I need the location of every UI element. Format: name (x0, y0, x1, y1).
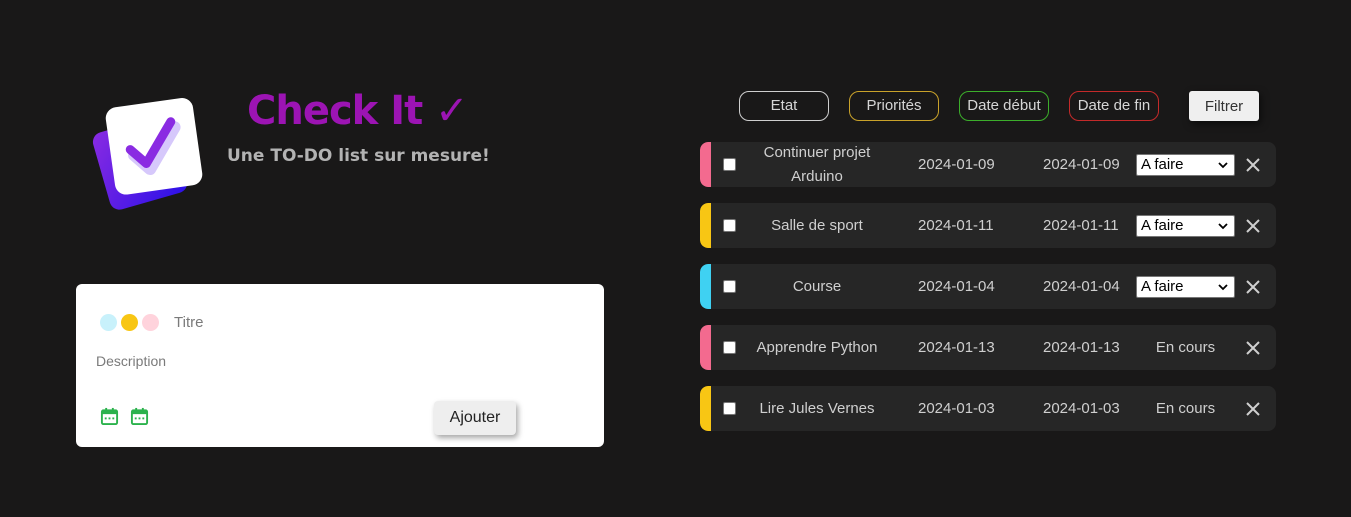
task-title: Lire Jules Vernes (759, 399, 875, 417)
filter-priorites[interactable]: Priorités (849, 91, 939, 121)
task-status-select[interactable]: A faire (1136, 154, 1235, 176)
priority-high-dot[interactable] (142, 314, 159, 331)
calendar-icon[interactable] (130, 407, 149, 426)
filter-button[interactable]: Filtrer (1189, 91, 1259, 121)
task-row: Lire Jules Vernes 2024-01-03 2024-01-03 … (700, 386, 1276, 431)
task-status-value: A faire (1141, 217, 1184, 234)
chevron-down-icon (1218, 223, 1228, 230)
chevron-down-icon (1218, 162, 1228, 169)
close-icon[interactable] (1245, 279, 1261, 295)
priority-stripe (700, 203, 711, 248)
task-end-date: 2024-01-11 (1043, 217, 1119, 234)
filter-date-fin[interactable]: Date de fin (1069, 91, 1159, 121)
filter-date-debut[interactable]: Date début (959, 91, 1049, 121)
task-start-date: 2024-01-13 (918, 339, 995, 356)
task-checkbox[interactable] (723, 402, 736, 415)
task-end-date: 2024-01-03 (1043, 400, 1120, 417)
task-title: Apprendre Python (756, 338, 878, 356)
description-input[interactable] (96, 350, 576, 372)
task-title: Course (792, 277, 842, 295)
task-row: Salle de sport 2024-01-11 2024-01-11 A f… (700, 203, 1276, 248)
app-logo (88, 92, 208, 217)
new-task-card: Ajouter (76, 284, 604, 447)
add-task-button[interactable]: Ajouter (434, 401, 516, 435)
task-end-date: 2024-01-13 (1043, 339, 1120, 356)
priority-low-dot[interactable] (100, 314, 117, 331)
task-row: Course 2024-01-04 2024-01-04 A faire (700, 264, 1276, 309)
task-start-date: 2024-01-03 (918, 400, 995, 417)
filter-etat[interactable]: Etat (739, 91, 829, 121)
task-row: Continuer projet Arduino 2024-01-09 2024… (700, 142, 1276, 187)
close-icon[interactable] (1245, 401, 1261, 417)
close-icon[interactable] (1245, 157, 1261, 173)
task-title: Continuer projet Arduino (763, 143, 871, 185)
task-start-date: 2024-01-04 (918, 278, 995, 295)
task-checkbox[interactable] (723, 219, 736, 232)
app-subtitle: Une TO-DO list sur mesure! (227, 146, 490, 166)
title-input[interactable] (174, 310, 554, 334)
task-title: Salle de sport (771, 216, 863, 234)
checklist-logo-icon (92, 98, 203, 210)
app-title: Check It ✓ (247, 88, 469, 134)
task-start-date: 2024-01-11 (918, 217, 994, 234)
task-checkbox[interactable] (723, 341, 736, 354)
task-status-value: A faire (1141, 278, 1184, 295)
priority-stripe (700, 264, 711, 309)
priority-stripe (700, 386, 711, 431)
calendar-icon[interactable] (100, 407, 119, 426)
priority-selector (100, 314, 159, 331)
close-icon[interactable] (1245, 218, 1261, 234)
task-end-date: 2024-01-09 (1043, 156, 1120, 173)
task-checkbox[interactable] (723, 280, 736, 293)
task-start-date: 2024-01-09 (918, 156, 995, 173)
task-status-select[interactable]: A faire (1136, 215, 1235, 237)
task-status-value: A faire (1141, 156, 1184, 173)
task-status-text: En cours (1155, 339, 1216, 356)
priority-stripe (700, 325, 711, 370)
task-end-date: 2024-01-04 (1043, 278, 1120, 295)
task-checkbox[interactable] (723, 158, 736, 171)
task-status-text: En cours (1155, 400, 1216, 417)
task-status-select[interactable]: A faire (1136, 276, 1235, 298)
priority-stripe (700, 142, 711, 187)
task-row: Apprendre Python 2024-01-13 2024-01-13 E… (700, 325, 1276, 370)
priority-medium-dot[interactable] (121, 314, 138, 331)
chevron-down-icon (1218, 284, 1228, 291)
close-icon[interactable] (1245, 340, 1261, 356)
